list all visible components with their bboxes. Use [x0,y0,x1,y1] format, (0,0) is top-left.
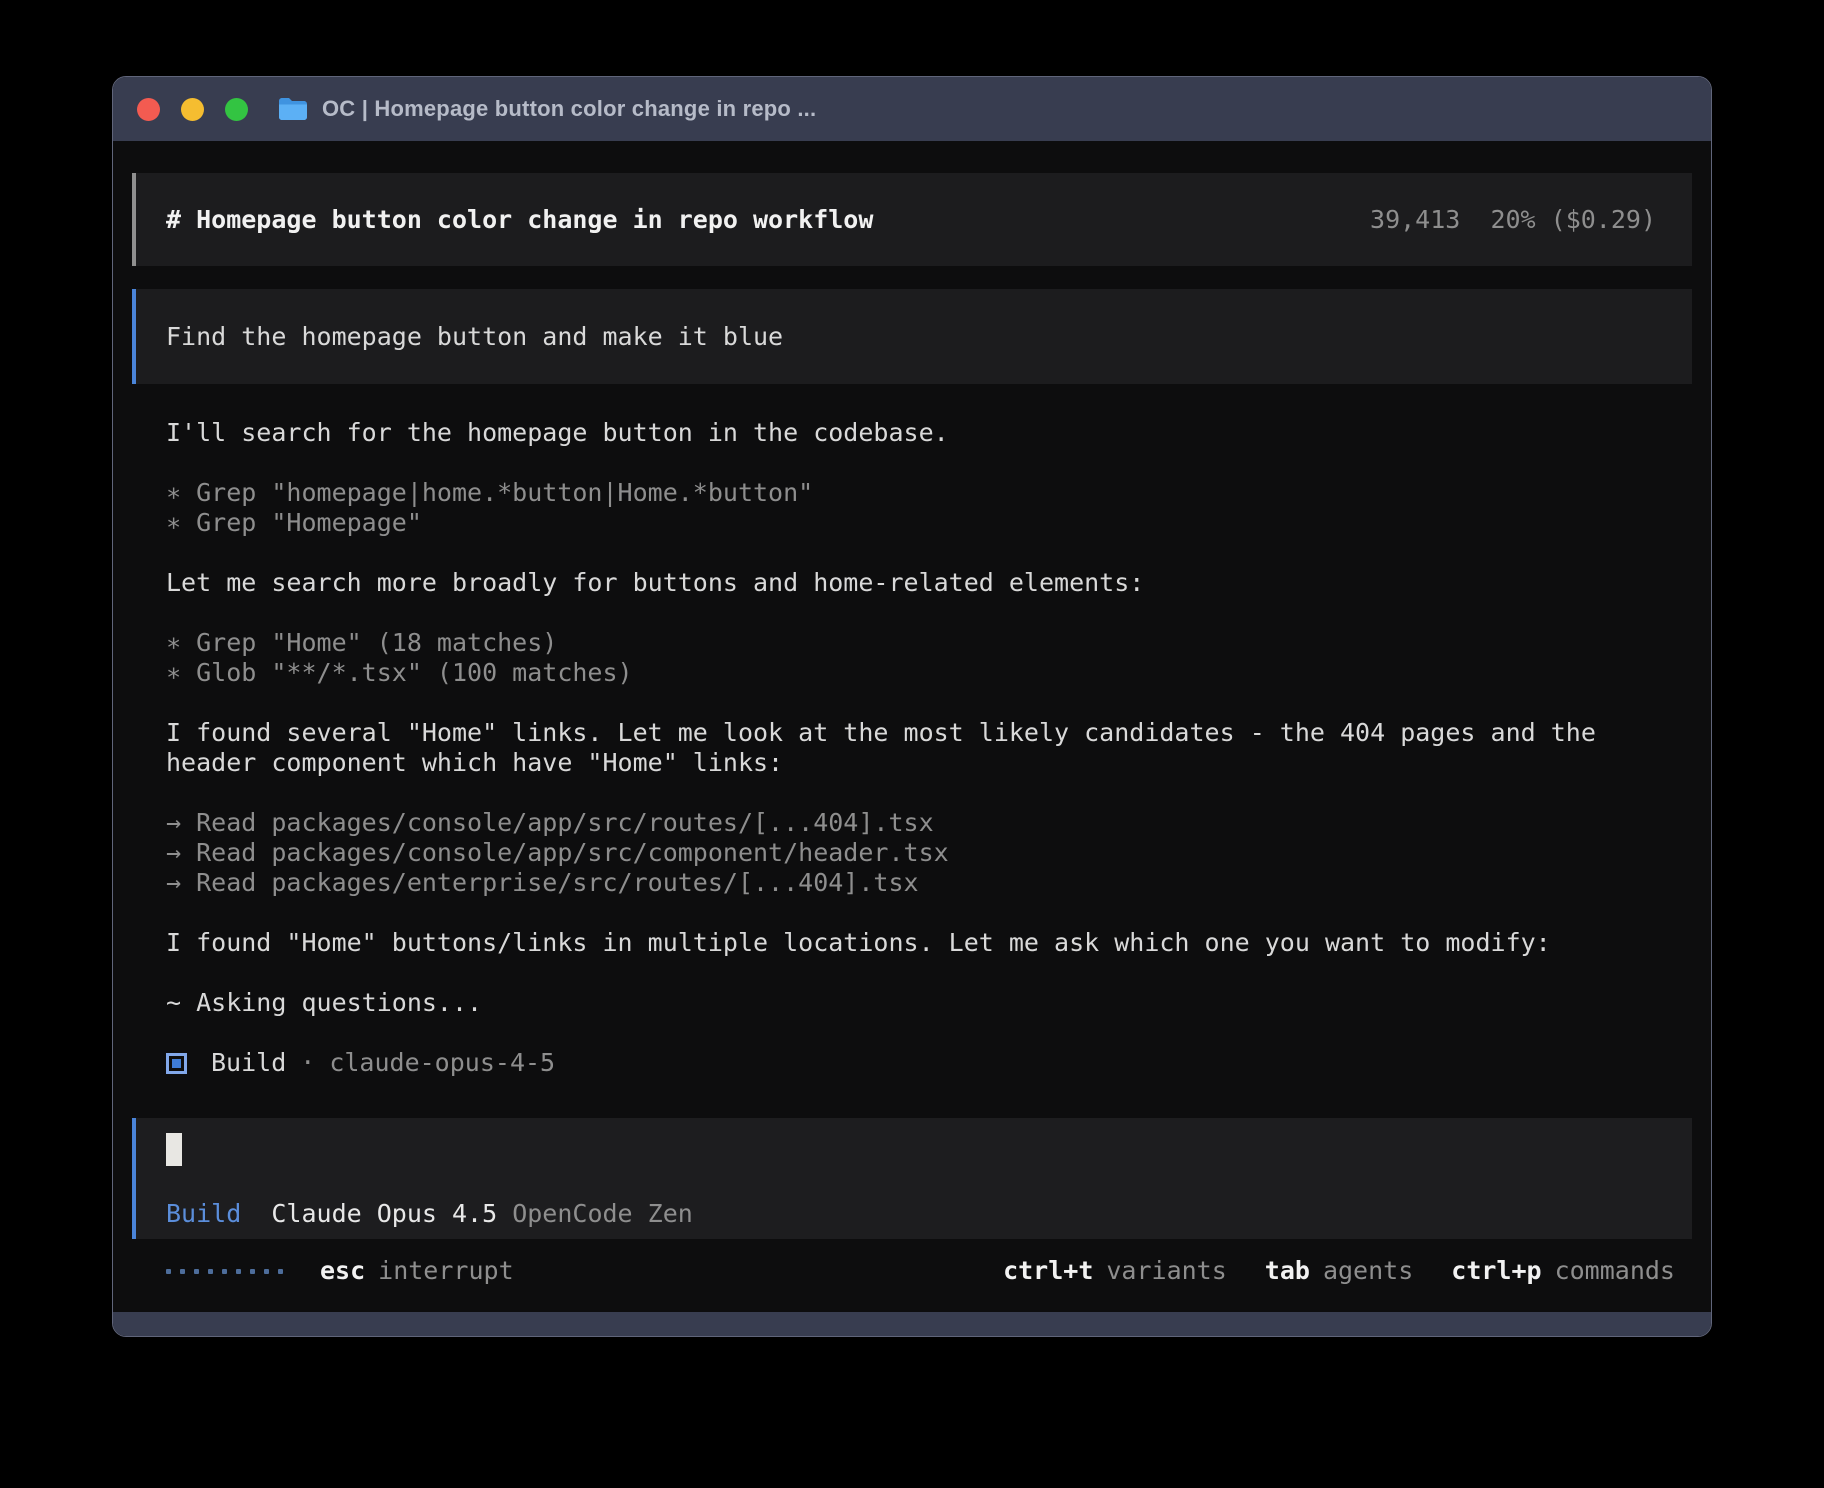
provider-name: OpenCode Zen [512,1199,693,1229]
assistant-text: header component which have "Home" links… [166,748,1692,778]
tool-call-read: → Read packages/enterprise/src/routes/[.… [166,868,1692,898]
model-name: Claude Opus 4.5 [271,1199,497,1229]
title-group: OC | Homepage button color change in rep… [278,96,816,122]
tool-call-read: → Read packages/console/app/src/routes/[… [166,808,1692,838]
status-bar: esc interrupt ctrl+t variants tab agents… [132,1256,1692,1286]
assistant-text: I found "Home" buttons/links in multiple… [166,928,1692,958]
zoom-button[interactable] [225,98,248,121]
esc-label: interrupt [378,1256,513,1286]
close-button[interactable] [137,98,160,121]
assistant-text: Let me search more broadly for buttons a… [166,568,1692,598]
tool-call-grep: ∗ Grep "homepage|home.*button|Home.*butt… [166,478,1692,508]
mode-label: Build [166,1199,241,1229]
commands-label: commands [1555,1256,1675,1286]
input-meta: Build Claude Opus 4.5 OpenCode Zen [166,1199,1662,1229]
session-cost: ($0.29) [1551,205,1656,234]
variants-label: variants [1106,1256,1226,1286]
tool-call-grep: ∗ Grep "Home" (18 matches) [166,628,1692,658]
tool-call-grep: ∗ Grep "Homepage" [166,508,1692,538]
assistant-transcript: I'll search for the homepage button in t… [132,418,1692,1078]
session-header: # Homepage button color change in repo w… [132,173,1692,266]
folder-icon [278,97,308,121]
ctrl-t-key: ctrl+t [1003,1256,1093,1286]
minimize-button[interactable] [181,98,204,121]
status-left: esc interrupt [166,1256,514,1286]
tab-key: tab [1265,1256,1310,1286]
ctrl-p-key: ctrl+p [1451,1256,1541,1286]
agent-model: claude-opus-4-5 [329,1048,555,1078]
window-title: OC | Homepage button color change in rep… [322,96,816,122]
agent-attribution: Build · claude-opus-4-5 [166,1048,1692,1078]
terminal-content: # Homepage button color change in repo w… [113,141,1711,1314]
terminal-window: OC | Homepage button color change in rep… [112,76,1712,1337]
titlebar[interactable]: OC | Homepage button color change in rep… [113,77,1711,141]
context-percent: 20% [1490,205,1535,234]
window-footer [113,1312,1711,1336]
tool-call-read: → Read packages/console/app/src/componen… [166,838,1692,868]
shortcut-interrupt: esc interrupt [320,1256,514,1286]
text-cursor [166,1133,182,1166]
session-stats: 39,413 20% ($0.29) [1370,205,1656,235]
agents-label: agents [1323,1256,1413,1286]
token-count: 39,413 [1370,205,1460,234]
user-message-text: Find the homepage button and make it blu… [166,322,783,352]
prompt-input[interactable]: Build Claude Opus 4.5 OpenCode Zen [132,1118,1692,1239]
shortcut-variants: ctrl+t variants [1003,1256,1227,1286]
shortcut-commands: ctrl+p commands [1451,1256,1675,1286]
assistant-text: I'll search for the homepage button in t… [166,418,1692,448]
shortcut-agents: tab agents [1265,1256,1413,1286]
agent-name: Build [211,1048,286,1078]
session-title: # Homepage button color change in repo w… [166,205,873,235]
user-message: Find the homepage button and make it blu… [132,289,1692,384]
esc-key: esc [320,1256,365,1286]
traffic-lights [137,98,248,121]
assistant-text: I found several "Home" links. Let me loo… [166,718,1692,748]
working-status: ~ Asking questions... [166,988,1692,1018]
agent-build-icon [166,1053,187,1074]
spinner-dots [166,1269,283,1274]
dot-separator: · [300,1048,315,1078]
tool-call-glob: ∗ Glob "**/*.tsx" (100 matches) [166,658,1692,688]
status-right: ctrl+t variants tab agents ctrl+p comman… [1003,1256,1675,1286]
